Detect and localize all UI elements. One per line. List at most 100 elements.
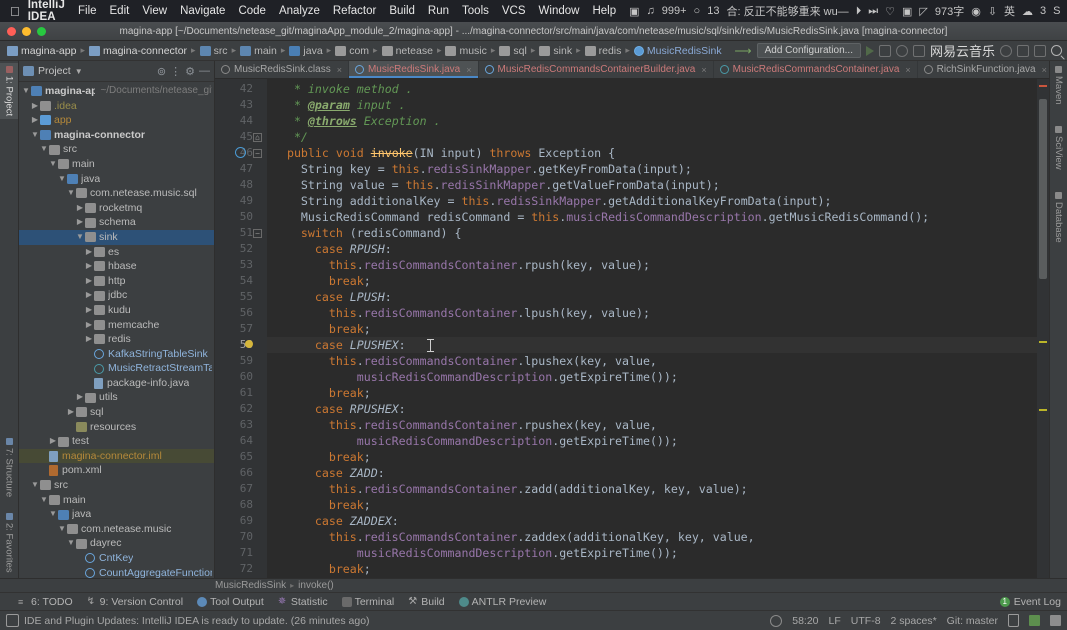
line-number[interactable]: 43 bbox=[215, 97, 267, 113]
line-number[interactable]: 42 bbox=[215, 81, 267, 97]
line-number-gutter[interactable]: 42434445⌂46−4748495051−52535455565758596… bbox=[215, 79, 267, 578]
chevron-down-icon[interactable]: ▼ bbox=[75, 67, 83, 76]
code-line[interactable]: break; bbox=[267, 385, 1037, 401]
file-encoding[interactable]: UTF-8 bbox=[851, 615, 881, 627]
update-project-icon[interactable] bbox=[1000, 45, 1012, 57]
code-line[interactable]: break; bbox=[267, 449, 1037, 465]
close-tab-icon[interactable]: × bbox=[1042, 65, 1047, 75]
next-track-icon[interactable]: ⏭ bbox=[868, 5, 878, 18]
line-number[interactable]: 48 bbox=[215, 177, 267, 193]
line-number[interactable]: 64 bbox=[215, 433, 267, 449]
sidebar-item-structure[interactable]: 7: Structure bbox=[0, 435, 18, 500]
coverage-icon[interactable] bbox=[896, 45, 908, 57]
code-line[interactable]: musicRedisCommandDescription.getExpireTi… bbox=[267, 433, 1037, 449]
editor-tab-bar[interactable]: MusicRedisSink.class×MusicRedisSink.java… bbox=[215, 61, 1049, 79]
collapse-arrow-icon[interactable]: ▶ bbox=[84, 259, 94, 274]
sidebar-item-database[interactable]: Database bbox=[1050, 189, 1067, 246]
tree-node[interactable]: ▶redis bbox=[19, 332, 214, 347]
code-line[interactable]: this.redisCommandsContainer.lpush(key, v… bbox=[267, 305, 1037, 321]
tree-node[interactable]: ▼java bbox=[19, 172, 214, 187]
tree-node[interactable]: ▼com.netease.music.sql bbox=[19, 186, 214, 201]
fold-region-icon[interactable]: − bbox=[253, 149, 262, 158]
breadcrumb-item-src[interactable]: src bbox=[197, 45, 231, 57]
menu-edit[interactable]: Edit bbox=[110, 5, 130, 17]
tree-node[interactable]: ▶es bbox=[19, 245, 214, 260]
tree-node[interactable]: ▶kudu bbox=[19, 303, 214, 318]
download-icon[interactable]: ⇩ bbox=[988, 5, 997, 18]
status-message[interactable]: IDE and Plugin Updates: IntelliJ IDEA is… bbox=[6, 614, 370, 627]
code-line[interactable]: case ZADDEX: bbox=[267, 513, 1037, 529]
layout-icon[interactable] bbox=[1034, 45, 1046, 57]
menu-app-name[interactable]: IntelliJ IDEA bbox=[28, 0, 65, 23]
tree-node[interactable]: ▼main bbox=[19, 493, 214, 508]
tree-node[interactable]: ▶utils bbox=[19, 390, 214, 405]
zoom-window-button[interactable] bbox=[37, 27, 46, 36]
breadcrumb-item-magina-app[interactable]: magina-app bbox=[4, 45, 79, 57]
code-line[interactable]: this.redisCommandsContainer.lpushex(key,… bbox=[267, 353, 1037, 369]
code-line[interactable]: case LPUSHEX: bbox=[267, 337, 1037, 353]
sidebar-item-project[interactable]: 1: Project bbox=[0, 63, 18, 119]
collapse-arrow-icon[interactable]: ▶ bbox=[75, 215, 85, 230]
expand-arrow-icon[interactable]: ▼ bbox=[57, 522, 67, 537]
line-number[interactable]: 67 bbox=[215, 481, 267, 497]
line-number[interactable]: 72 bbox=[215, 561, 267, 577]
tool-window-todo[interactable]: ≡6: TODO bbox=[18, 596, 73, 608]
line-number[interactable]: 45⌂ bbox=[215, 129, 267, 145]
screen-record-icon[interactable]: ▣ bbox=[629, 5, 639, 18]
line-number[interactable]: 46− bbox=[215, 145, 267, 161]
breadcrumb-item-sql[interactable]: sql bbox=[496, 45, 529, 57]
code-line[interactable]: case LPUSH: bbox=[267, 289, 1037, 305]
line-number[interactable]: 52 bbox=[215, 241, 267, 257]
tool-window-antlr-preview[interactable]: ANTLR Preview bbox=[459, 596, 547, 608]
debug-icon[interactable] bbox=[879, 45, 891, 57]
input-method-icon[interactable]: 英 bbox=[1004, 3, 1015, 19]
expand-arrow-icon[interactable]: ▼ bbox=[30, 128, 40, 143]
menu-file[interactable]: File bbox=[78, 5, 97, 17]
breadcrumb-item-java[interactable]: java bbox=[286, 45, 325, 57]
caret-position[interactable]: 58:20 bbox=[792, 615, 818, 627]
event-log-button[interactable]: 1 Event Log bbox=[1000, 596, 1061, 608]
breadcrumb-item-main[interactable]: main bbox=[237, 45, 280, 57]
expand-arrow-icon[interactable]: ▼ bbox=[39, 493, 49, 508]
back-arrow-icon[interactable]: ⟶ bbox=[734, 44, 751, 58]
close-tab-icon[interactable]: × bbox=[337, 65, 342, 75]
line-number[interactable]: 68 bbox=[215, 497, 267, 513]
code-line[interactable]: * invoke method . bbox=[267, 81, 1037, 97]
tool-window-build[interactable]: ⚒Build bbox=[408, 596, 444, 608]
code-line[interactable]: this.redisCommandsContainer.zadd(additio… bbox=[267, 481, 1037, 497]
breadcrumb-method[interactable]: invoke() bbox=[298, 580, 334, 591]
line-number[interactable]: 60 bbox=[215, 369, 267, 385]
error-stripe-markers[interactable] bbox=[1037, 79, 1049, 578]
tool-window-terminal[interactable]: Terminal bbox=[342, 596, 395, 608]
tree-node[interactable]: ▶app bbox=[19, 113, 214, 128]
line-number[interactable]: 55 bbox=[215, 289, 267, 305]
menu-vcs[interactable]: VCS bbox=[502, 5, 526, 17]
tree-node[interactable]: ▶sql bbox=[19, 405, 214, 420]
code-line[interactable]: this.redisCommandsContainer.rpush(key, v… bbox=[267, 257, 1037, 273]
line-number[interactable]: 70 bbox=[215, 529, 267, 545]
close-tab-icon[interactable]: × bbox=[701, 65, 706, 75]
editor-tab[interactable]: MusicRedisCommandsContainer.java× bbox=[714, 61, 918, 78]
tree-node[interactable]: ▶jdbc bbox=[19, 288, 214, 303]
line-number[interactable]: 69 bbox=[215, 513, 267, 529]
collapse-arrow-icon[interactable]: ▶ bbox=[84, 318, 94, 333]
menu-help[interactable]: Help bbox=[592, 5, 616, 17]
tree-node[interactable]: ▶rocketmq bbox=[19, 201, 214, 216]
menu-navigate[interactable]: Navigate bbox=[180, 5, 225, 17]
tree-node[interactable]: ▼magina-app~/Documents/netease_git/ma bbox=[19, 84, 214, 99]
breadcrumb-item-com[interactable]: com bbox=[332, 45, 372, 57]
breadcrumb-item-netease[interactable]: netease bbox=[379, 45, 436, 57]
editor-tab[interactable]: MusicRedisCommandsContainerBuilder.java× bbox=[479, 61, 714, 78]
collapse-arrow-icon[interactable]: ▶ bbox=[84, 245, 94, 260]
code-line[interactable]: */ bbox=[267, 129, 1037, 145]
tool-window-version-control[interactable]: ↯9: Version Control bbox=[87, 596, 183, 608]
add-configuration-button[interactable]: Add Configuration... bbox=[757, 43, 861, 58]
tree-node[interactable]: ▼magina-connector bbox=[19, 128, 214, 143]
tool-window-statistic[interactable]: ✵Statistic bbox=[278, 596, 328, 608]
collapse-arrow-icon[interactable]: ▶ bbox=[75, 201, 85, 216]
code-line[interactable]: case ZADD: bbox=[267, 465, 1037, 481]
error-marker[interactable] bbox=[1039, 85, 1047, 87]
tree-node[interactable]: ▼src bbox=[19, 478, 214, 493]
bluetooth-count-badge[interactable]: 3 bbox=[1040, 5, 1046, 17]
tree-node[interactable]: ▶test bbox=[19, 434, 214, 449]
